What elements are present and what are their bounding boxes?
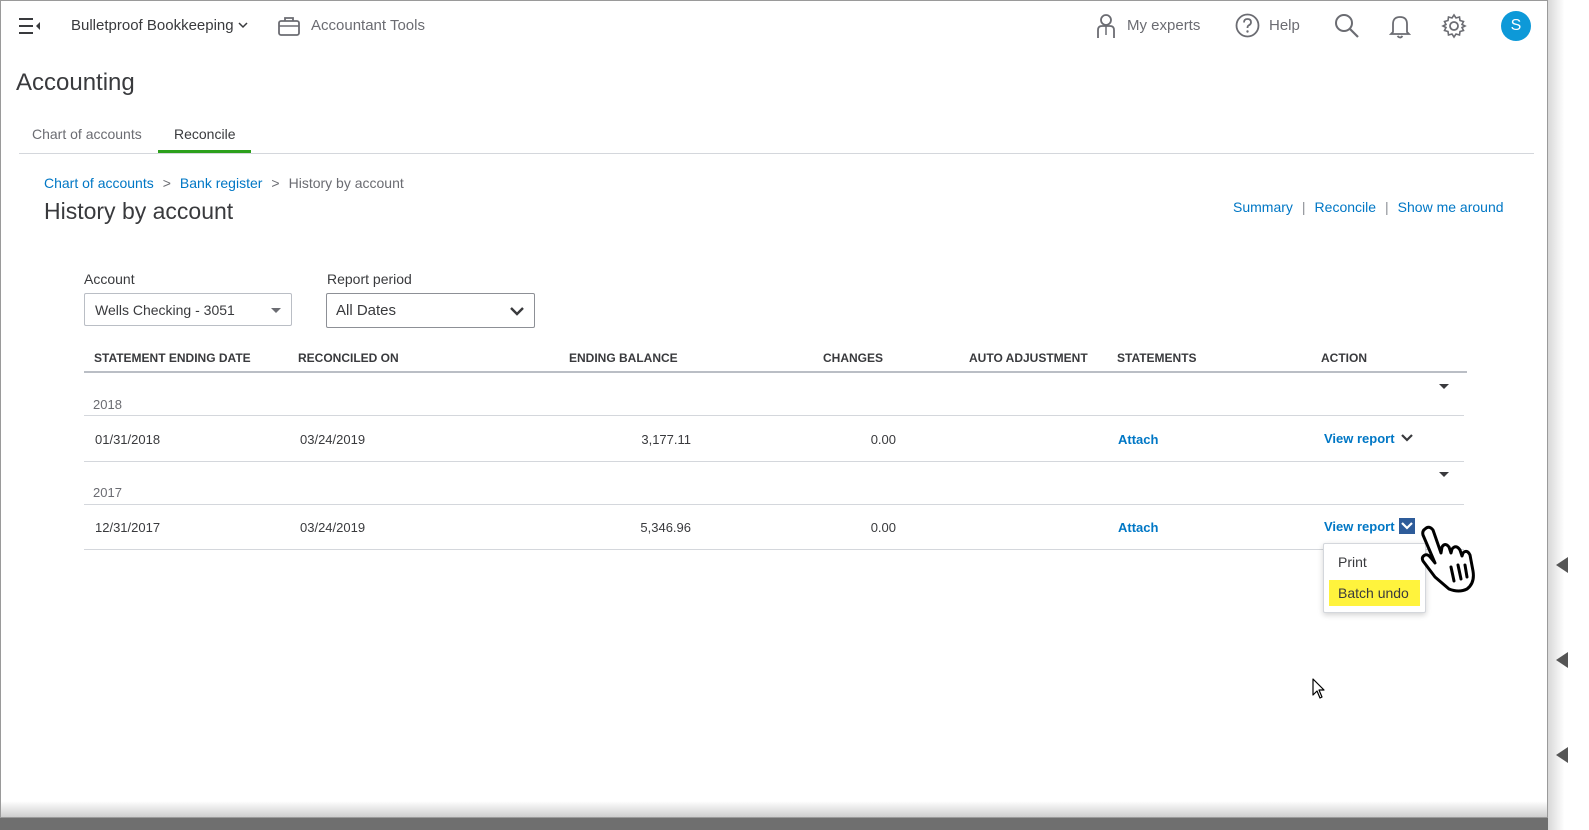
breadcrumb-separator: > xyxy=(162,175,171,191)
account-select[interactable]: Wells Checking - 3051 xyxy=(84,293,292,326)
reconcile-link[interactable]: Reconcile xyxy=(1315,199,1376,215)
tab-chart-of-accounts[interactable]: Chart of accounts xyxy=(32,126,142,142)
breadcrumb-current: History by account xyxy=(288,175,404,191)
breadcrumb: Chart of accounts > Bank register > History … xyxy=(44,175,404,191)
col-statement-ending-date[interactable]: STATEMENT ENDING DATE xyxy=(94,351,251,365)
group-year: 2018 xyxy=(93,397,122,412)
app-window: Bulletproof Bookkeeping Accountant Tools… xyxy=(0,0,1548,818)
chevron-down-icon[interactable] xyxy=(237,19,249,31)
breadcrumb-chart-of-accounts[interactable]: Chart of accounts xyxy=(44,175,154,191)
gear-icon[interactable] xyxy=(1441,13,1467,39)
accountant-tools-link[interactable]: Accountant Tools xyxy=(311,17,425,34)
table-header-divider xyxy=(84,371,1467,373)
edge-handle-icon xyxy=(1556,557,1568,573)
col-action: ACTION xyxy=(1321,351,1367,365)
attach-link[interactable]: Attach xyxy=(1118,432,1158,447)
row-divider xyxy=(84,504,1464,505)
report-period-value: All Dates xyxy=(336,302,397,319)
window-gutter xyxy=(1548,0,1589,830)
link-divider: | xyxy=(1301,199,1306,215)
experts-icon[interactable] xyxy=(1095,13,1117,39)
menu-collapse-icon[interactable] xyxy=(19,17,41,35)
tab-reconcile[interactable]: Reconcile xyxy=(174,126,235,142)
statement-date: 01/31/2018 xyxy=(95,432,161,447)
window-bottom-shadow xyxy=(1,801,1547,817)
changes: 0.00 xyxy=(870,520,896,535)
caret-down-icon[interactable] xyxy=(1439,472,1449,477)
tab-divider xyxy=(19,153,1534,154)
report-period-select[interactable]: All Dates xyxy=(326,293,535,328)
show-me-around-link[interactable]: Show me around xyxy=(1398,199,1504,215)
ending-balance: 3,177.11 xyxy=(641,432,691,447)
row-divider xyxy=(84,461,1464,462)
page-title: Accounting xyxy=(16,69,135,96)
statement-date: 12/31/2017 xyxy=(95,520,161,535)
reconciled-on: 03/24/2019 xyxy=(300,520,366,535)
search-icon[interactable] xyxy=(1334,13,1360,39)
menu-item-print[interactable]: Print xyxy=(1338,554,1367,570)
col-reconciled-on[interactable]: RECONCILED ON xyxy=(298,351,399,365)
breadcrumb-bank-register[interactable]: Bank register xyxy=(180,175,262,191)
help-icon[interactable] xyxy=(1235,13,1260,38)
caret-down-icon xyxy=(271,308,281,313)
ending-balance: 5,346.96 xyxy=(640,520,691,535)
my-experts-link[interactable]: My experts xyxy=(1127,17,1200,34)
reconciled-on: 03/24/2019 xyxy=(300,432,366,447)
chevron-down-icon[interactable] xyxy=(1399,518,1415,534)
col-statements: STATEMENTS xyxy=(1117,351,1197,365)
changes: 0.00 xyxy=(870,432,896,447)
attach-link[interactable]: Attach xyxy=(1118,520,1158,535)
action-menu: Print Batch undo xyxy=(1323,543,1426,613)
col-ending-balance[interactable]: ENDING BALANCE xyxy=(569,351,678,365)
row-divider xyxy=(84,549,1464,550)
col-changes[interactable]: CHANGES xyxy=(823,351,883,365)
avatar[interactable]: S xyxy=(1501,11,1531,41)
group-year: 2017 xyxy=(93,485,122,500)
help-link[interactable]: Help xyxy=(1269,17,1300,34)
breadcrumb-separator: > xyxy=(271,175,280,191)
section-title: History by account xyxy=(44,198,234,224)
company-name[interactable]: Bulletproof Bookkeeping xyxy=(71,17,234,34)
account-label: Account xyxy=(84,271,135,287)
arrow-cursor-icon xyxy=(1312,678,1325,699)
hand-cursor-icon xyxy=(1420,525,1475,593)
edge-handle-icon xyxy=(1556,747,1568,763)
summary-link[interactable]: Summary xyxy=(1233,199,1293,215)
report-period-label: Report period xyxy=(327,271,412,287)
briefcase-icon[interactable] xyxy=(277,14,301,38)
view-report-link[interactable]: View report xyxy=(1324,519,1395,534)
account-select-value: Wells Checking - 3051 xyxy=(95,302,235,318)
bell-icon[interactable] xyxy=(1389,13,1411,39)
header-links: Summary | Reconcile | Show me around xyxy=(1233,199,1504,215)
caret-down-icon[interactable] xyxy=(1439,384,1449,389)
menu-item-batch-undo[interactable]: Batch undo xyxy=(1329,580,1420,606)
link-divider: | xyxy=(1385,199,1389,215)
row-divider xyxy=(84,415,1464,416)
view-report-link[interactable]: View report xyxy=(1324,431,1395,446)
chevron-down-icon[interactable] xyxy=(1399,430,1415,446)
col-auto-adjustment[interactable]: AUTO ADJUSTMENT xyxy=(969,351,1088,365)
edge-handle-icon xyxy=(1556,652,1568,668)
chevron-down-icon xyxy=(510,307,524,316)
